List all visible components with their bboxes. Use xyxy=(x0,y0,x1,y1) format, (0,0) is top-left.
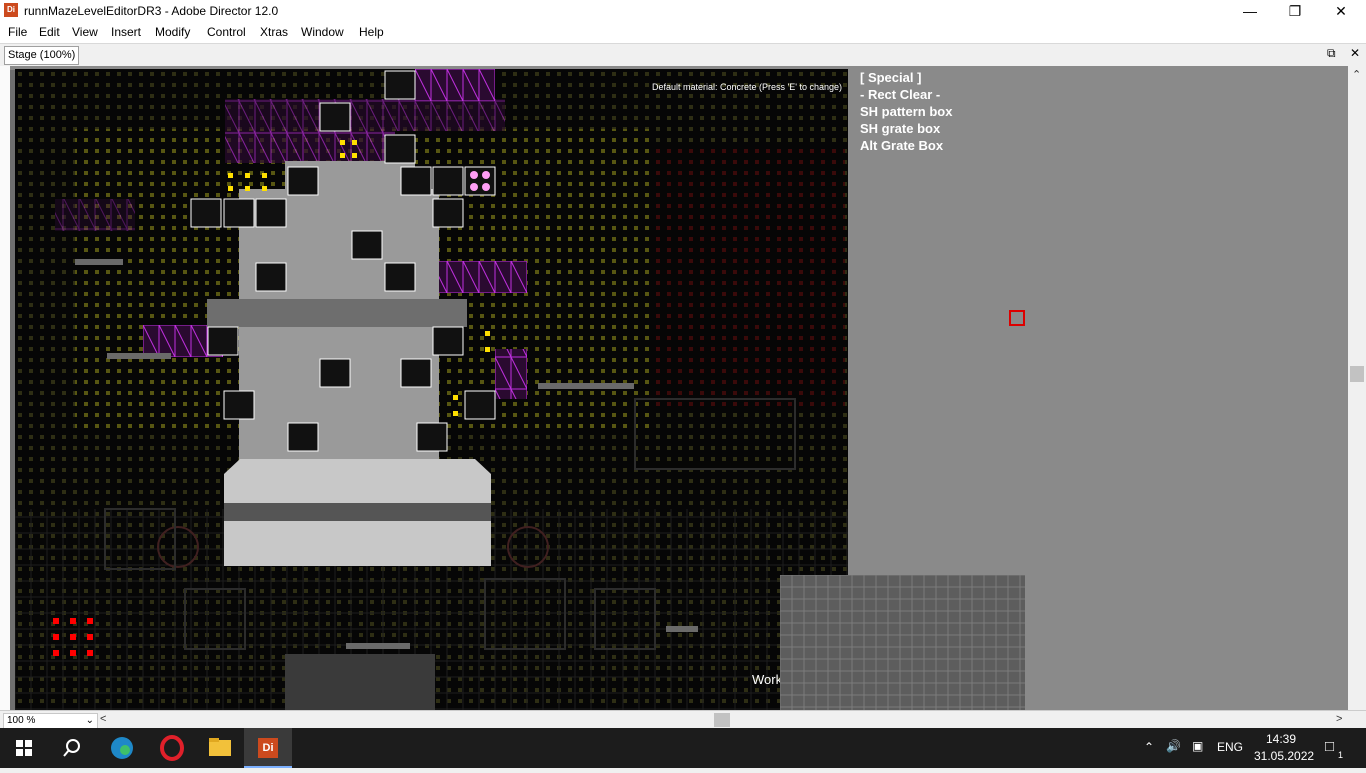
windows-start-button[interactable] xyxy=(0,728,48,768)
menu-insert[interactable]: Insert xyxy=(111,25,141,39)
opera-icon xyxy=(160,735,184,761)
network-icon[interactable]: ▣ xyxy=(1192,739,1203,753)
scroll-right-icon[interactable]: > xyxy=(1336,713,1342,725)
horizontal-scroll-thumb[interactable] xyxy=(714,713,730,727)
menu-xtras[interactable]: Xtras xyxy=(260,25,288,39)
director-icon: Di xyxy=(258,738,278,758)
special-tools-panel: [ Special ] - Rect Clear - SH pattern bo… xyxy=(780,66,1348,710)
director-app-icon[interactable]: Di xyxy=(4,3,18,17)
close-icon: ✕ xyxy=(1335,3,1347,19)
taskbar-explorer-button[interactable] xyxy=(196,728,244,768)
search-icon xyxy=(63,739,80,757)
horizontal-scrollbar[interactable]: 100 % ⌄ < > xyxy=(0,710,1366,729)
window-title: runnMazeLevelEditorDR3 - Adobe Director … xyxy=(24,4,279,18)
clock-date[interactable]: 31.05.2022 xyxy=(1254,749,1314,763)
taskbar-search-button[interactable] xyxy=(48,728,96,768)
default-material-hint: Default material: Concrete (Press 'E' to… xyxy=(651,82,842,92)
close-button[interactable]: ✕ xyxy=(1318,0,1364,22)
menu-window[interactable]: Window xyxy=(301,25,344,39)
stage-tab[interactable]: Stage (100%) xyxy=(4,46,80,65)
notification-icon[interactable]: □ xyxy=(1325,738,1334,755)
special-item-rect-clear[interactable]: - Rect Clear - xyxy=(860,86,952,103)
special-item-sh-grate-box[interactable]: SH grate box xyxy=(860,120,952,137)
menu-edit[interactable]: Edit xyxy=(39,25,60,39)
scroll-up-icon[interactable]: ⌃ xyxy=(1352,68,1361,81)
notification-count: 1 xyxy=(1338,750,1344,760)
zoom-value: 100 % xyxy=(7,715,36,726)
special-menu-list: [ Special ] - Rect Clear - SH pattern bo… xyxy=(860,69,952,154)
menu-view[interactable]: View xyxy=(72,25,98,39)
tile-preview-grid xyxy=(780,575,1025,710)
scroll-left-icon[interactable]: < xyxy=(100,713,106,725)
file-explorer-icon xyxy=(209,738,231,756)
title-bar: Di runnMazeLevelEditorDR3 - Adobe Direct… xyxy=(0,0,1366,22)
clock-time[interactable]: 14:39 xyxy=(1266,732,1296,746)
menu-file[interactable]: File xyxy=(8,25,27,39)
taskbar-director-button[interactable]: Di xyxy=(244,728,292,768)
panel-restore-icon[interactable]: ⧉ xyxy=(1327,46,1336,61)
tile-cursor-icon xyxy=(1009,310,1025,326)
viewport-left-edge xyxy=(0,66,10,710)
zoom-select[interactable]: 100 % ⌄ xyxy=(3,713,98,729)
taskbar-opera-button[interactable] xyxy=(148,728,196,768)
taskbar-edge-button[interactable] xyxy=(98,728,146,768)
stage-tab-bar: Stage (100%) ⧉ ✕ xyxy=(0,43,1366,67)
tray-expand-icon[interactable]: ⌃ xyxy=(1144,740,1154,754)
level-editor-stage[interactable]: Default material: Concrete (Press 'E' to… xyxy=(15,69,848,710)
chevron-down-icon: ⌄ xyxy=(85,715,94,726)
minimize-icon: — xyxy=(1243,3,1257,19)
vertical-scrollbar[interactable]: ⌃ xyxy=(1348,66,1366,710)
special-header: [ Special ] xyxy=(860,70,922,85)
volume-icon[interactable]: 🔊 xyxy=(1166,739,1181,753)
special-item-alt-grate-box[interactable]: Alt Grate Box xyxy=(860,137,952,154)
special-item-sh-pattern-box[interactable]: SH pattern box xyxy=(860,103,952,120)
menu-control[interactable]: Control xyxy=(207,25,246,39)
level-map-canvas[interactable] xyxy=(15,69,848,710)
panel-close-icon[interactable]: ✕ xyxy=(1350,46,1360,60)
restore-icon: ❐ xyxy=(1288,3,1302,19)
stage-viewport: Default material: Concrete (Press 'E' to… xyxy=(0,66,1348,710)
menu-bar: File Edit View Insert Modify Control Xtr… xyxy=(0,22,1366,43)
restore-button[interactable]: ❐ xyxy=(1272,0,1318,22)
windows-start-icon xyxy=(16,740,32,756)
minimize-button[interactable]: — xyxy=(1227,0,1273,22)
windows-taskbar: Di ⌃ 🔊 ▣ ENG 14:39 31.05.2022 □ 1 xyxy=(0,728,1366,768)
language-indicator[interactable]: ENG xyxy=(1217,740,1243,754)
edge-icon xyxy=(111,737,133,759)
menu-modify[interactable]: Modify xyxy=(155,25,190,39)
menu-help[interactable]: Help xyxy=(359,25,384,39)
vertical-scroll-thumb[interactable] xyxy=(1350,366,1364,382)
